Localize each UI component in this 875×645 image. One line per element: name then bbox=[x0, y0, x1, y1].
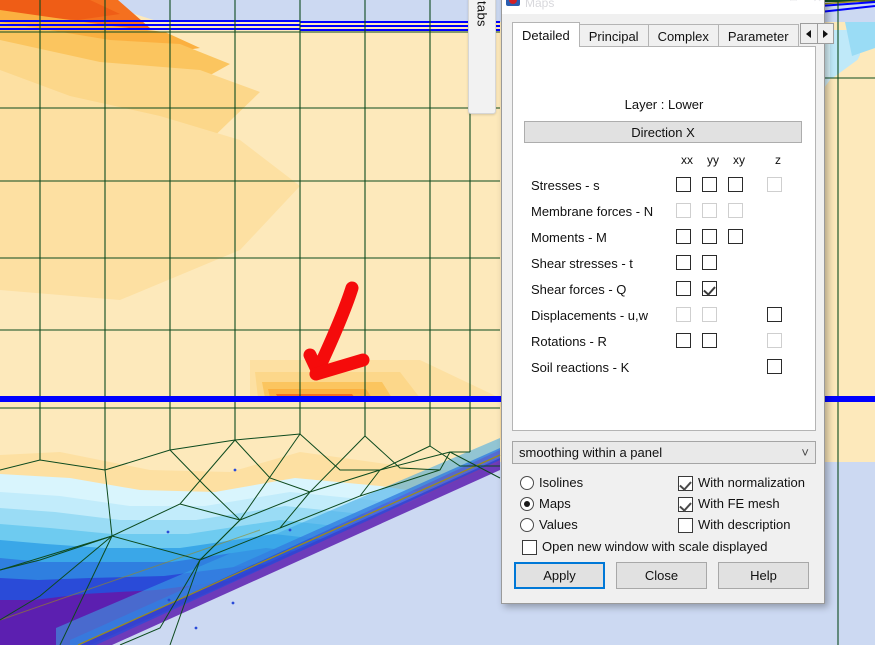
table-row: Stresses - s bbox=[513, 175, 815, 201]
checkbox-xx[interactable] bbox=[676, 281, 691, 296]
row-label: Shear stresses - t bbox=[531, 256, 633, 271]
apply-button[interactable]: Apply bbox=[514, 562, 605, 589]
checkbox-xy bbox=[728, 203, 743, 218]
radio-isolines-label: Isolines bbox=[539, 475, 584, 490]
checkbox-xx[interactable] bbox=[676, 177, 691, 192]
column-header-xy: xy bbox=[733, 153, 745, 167]
checkbox-z[interactable] bbox=[767, 307, 782, 322]
row-label: Soil reactions - K bbox=[531, 360, 630, 375]
smoothing-combobox-value: smoothing within a panel bbox=[519, 445, 663, 460]
tabs-tooltip: tabs bbox=[468, 0, 496, 114]
help-button[interactable]: Help bbox=[718, 562, 809, 589]
checkbox-yy bbox=[702, 307, 717, 322]
close-icon[interactable]: ✕ bbox=[813, 0, 822, 5]
tab-scroll-buttons[interactable] bbox=[799, 23, 834, 44]
checkbox-with-fe-mesh-label: With FE mesh bbox=[698, 496, 780, 511]
checkbox-xx bbox=[676, 203, 691, 218]
checkbox-yy bbox=[702, 203, 717, 218]
left-arrow-icon bbox=[806, 29, 812, 38]
component-rows: Stresses - s Membrane forces - N Moments -… bbox=[513, 175, 815, 383]
checkbox-xx[interactable] bbox=[676, 255, 691, 270]
maximize-icon[interactable]: □ bbox=[790, 0, 797, 5]
close-button[interactable]: Close bbox=[616, 562, 707, 589]
row-label: Rotations - R bbox=[531, 334, 607, 349]
checkbox-yy[interactable] bbox=[702, 281, 717, 296]
tab-detailed[interactable]: Detailed bbox=[512, 22, 580, 47]
tab-complex[interactable]: Complex bbox=[647, 24, 719, 47]
checkbox-with-fe-mesh[interactable] bbox=[678, 497, 693, 512]
display-options: Isolines Maps Values With normalization … bbox=[502, 472, 826, 557]
table-row: Displacements - u,w bbox=[513, 305, 815, 331]
dialog-button-bar: Apply Close Help bbox=[502, 562, 826, 594]
radio-isolines[interactable] bbox=[520, 476, 534, 490]
table-row: Moments - M bbox=[513, 227, 815, 253]
row-label: Stresses - s bbox=[531, 178, 600, 193]
checkbox-z bbox=[767, 177, 782, 192]
row-label: Moments - M bbox=[531, 230, 607, 245]
column-header-xx: xx bbox=[681, 153, 693, 167]
checkbox-yy[interactable] bbox=[702, 177, 717, 192]
tab-principal[interactable]: Principal bbox=[578, 24, 649, 47]
column-headers: xx yy xy z bbox=[513, 153, 815, 167]
table-row: Membrane forces - N bbox=[513, 201, 815, 227]
tab-strip[interactable]: Detailed Principal Complex Parameter bbox=[512, 22, 834, 47]
radio-values[interactable] bbox=[520, 518, 534, 532]
table-row: Rotations - R bbox=[513, 331, 815, 357]
dialog-titlebar[interactable]: Maps — □ ✕ bbox=[502, 0, 824, 14]
checkbox-xy[interactable] bbox=[728, 229, 743, 244]
smoothing-combobox[interactable]: smoothing within a panel ˅ bbox=[512, 441, 816, 464]
checkbox-open-new-window[interactable] bbox=[522, 540, 537, 555]
window-controls[interactable]: — □ ✕ bbox=[763, 0, 822, 5]
checkbox-yy[interactable] bbox=[702, 255, 717, 270]
checkbox-z[interactable] bbox=[767, 359, 782, 374]
checkbox-xx bbox=[676, 307, 691, 322]
right-arrow-icon bbox=[822, 29, 828, 38]
checkbox-with-description[interactable] bbox=[678, 518, 693, 533]
row-label: Shear forces - Q bbox=[531, 282, 627, 297]
checkbox-xx[interactable] bbox=[676, 229, 691, 244]
tab-scroll-left-button[interactable] bbox=[799, 23, 817, 44]
tab-parameter[interactable]: Parameter bbox=[717, 24, 799, 47]
row-label: Membrane forces - N bbox=[531, 204, 654, 219]
checkbox-with-normalization[interactable] bbox=[678, 476, 693, 491]
radio-maps-label: Maps bbox=[539, 496, 571, 511]
checkbox-xy[interactable] bbox=[728, 177, 743, 192]
table-row: Soil reactions - K bbox=[513, 357, 815, 383]
checkbox-with-normalization-label: With normalization bbox=[698, 475, 805, 490]
table-row: Shear stresses - t bbox=[513, 253, 815, 279]
maps-dialog: Maps — □ ✕ Detailed Principal Complex Pa… bbox=[501, 0, 834, 604]
checkbox-yy[interactable] bbox=[702, 229, 717, 244]
checkbox-xx[interactable] bbox=[676, 333, 691, 348]
radio-maps[interactable] bbox=[520, 497, 534, 511]
layer-label: Layer : Lower bbox=[624, 97, 704, 112]
dialog-title: Maps bbox=[525, 0, 555, 10]
detailed-tab-panel: Layer : Lower Direction X xx yy xy z Str… bbox=[512, 46, 816, 431]
tab-scroll-right-button[interactable] bbox=[816, 23, 834, 44]
column-header-yy: yy bbox=[707, 153, 719, 167]
direction-button[interactable]: Direction X bbox=[524, 121, 802, 143]
checkbox-open-new-window-label: Open new window with scale displayed bbox=[542, 539, 768, 554]
checkbox-z bbox=[767, 333, 782, 348]
row-label: Displacements - u,w bbox=[531, 308, 649, 323]
column-header-z: z bbox=[775, 153, 781, 167]
maps-icon bbox=[506, 0, 520, 10]
checkbox-with-description-label: With description bbox=[698, 517, 791, 532]
tabs-tooltip-label: tabs bbox=[474, 1, 490, 27]
checkbox-yy[interactable] bbox=[702, 333, 717, 348]
chevron-down-icon: ˅ bbox=[801, 445, 809, 460]
table-row: Shear forces - Q bbox=[513, 279, 815, 305]
radio-values-label: Values bbox=[539, 517, 578, 532]
minimize-icon[interactable]: — bbox=[763, 0, 774, 5]
